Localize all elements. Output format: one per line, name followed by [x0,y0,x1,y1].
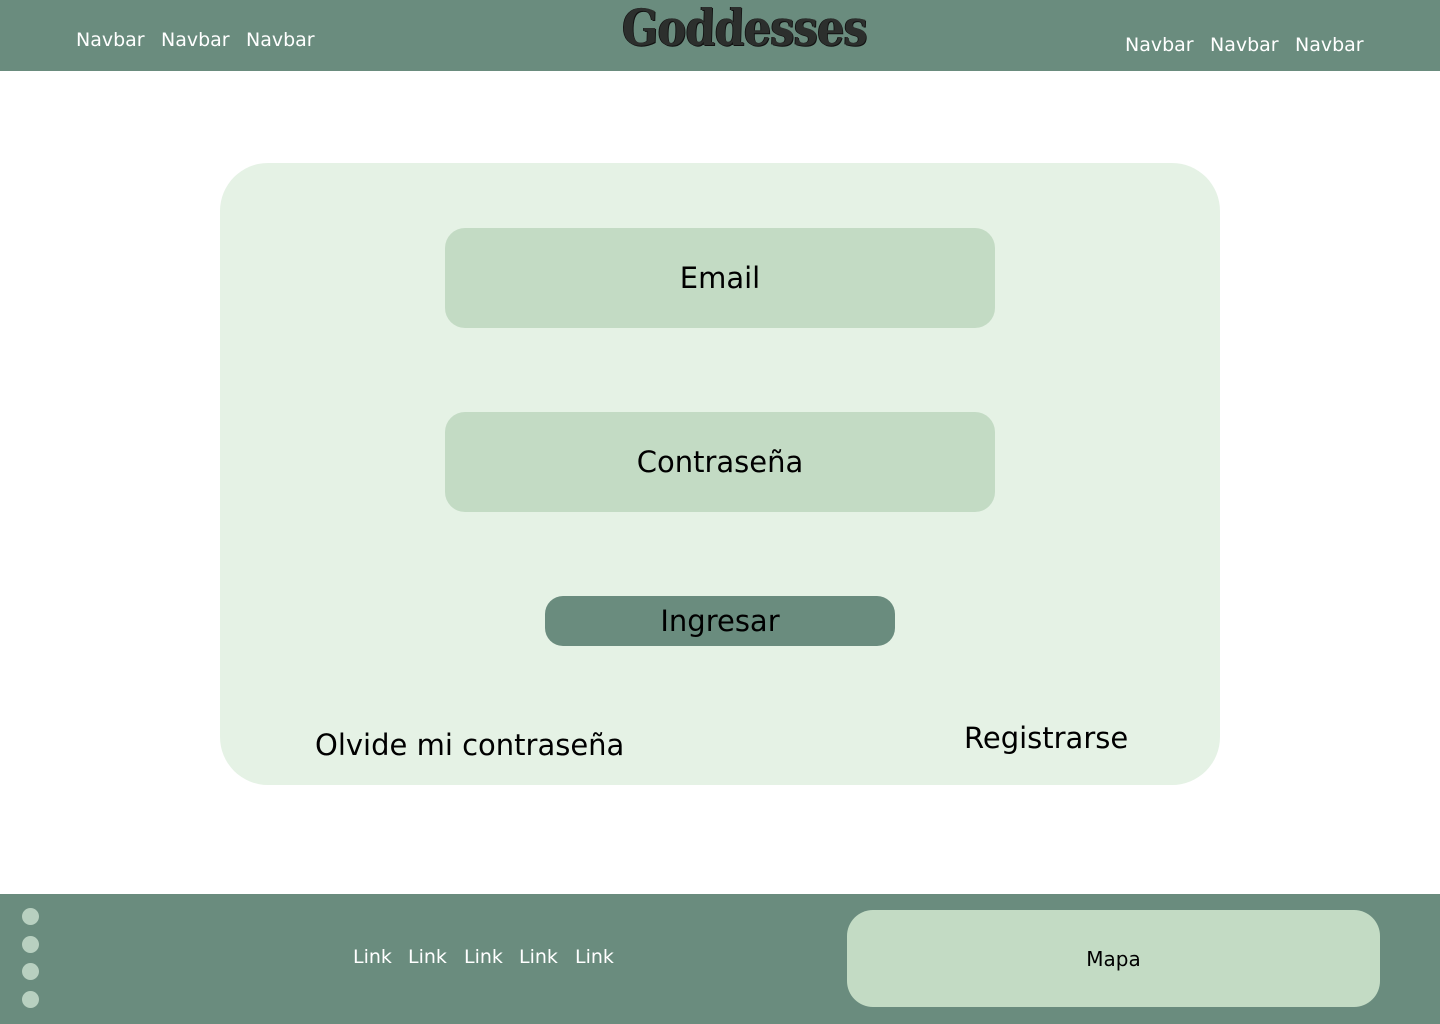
footer-link-5[interactable]: Link [575,946,614,968]
login-submit-label: Ingresar [660,604,780,638]
footer-link-3[interactable]: Link [464,946,503,968]
password-field[interactable]: Contraseña [445,412,995,512]
map-placeholder[interactable]: Mapa [847,910,1380,1007]
footer: Link Link Link Link Link Mapa [0,894,1440,1024]
brand-logo-text: Goddesses [621,0,868,57]
map-label: Mapa [1086,946,1141,971]
login-card: Email Contraseña Ingresar Olvide mi cont… [220,163,1220,785]
footer-link-2[interactable]: Link [408,946,447,968]
forgot-password-link[interactable]: Olvide mi contraseña [315,728,624,762]
social-dot-icon-2[interactable] [22,936,39,953]
footer-link-1[interactable]: Link [353,946,392,968]
email-field-placeholder: Email [679,261,761,295]
nav-right-link-3[interactable]: Navbar [1295,34,1364,56]
nav-left-link-1[interactable]: Navbar [76,29,145,51]
nav-right-link-2[interactable]: Navbar [1210,34,1279,56]
brand-logo[interactable]: Goddesses [606,0,868,58]
top-navbar: Navbar Navbar Navbar Goddesses Navbar Na… [0,0,1440,71]
social-dot-icon-4[interactable] [22,991,39,1008]
password-field-placeholder: Contraseña [636,445,804,479]
email-field[interactable]: Email [445,228,995,328]
register-link[interactable]: Registrarse [964,721,1128,755]
nav-left-link-3[interactable]: Navbar [246,29,315,51]
nav-right-link-1[interactable]: Navbar [1125,34,1194,56]
social-dot-icon-1[interactable] [22,908,39,925]
login-submit-button[interactable]: Ingresar [545,596,895,646]
footer-link-4[interactable]: Link [519,946,558,968]
nav-left-link-2[interactable]: Navbar [161,29,230,51]
social-dot-icon-3[interactable] [22,963,39,980]
